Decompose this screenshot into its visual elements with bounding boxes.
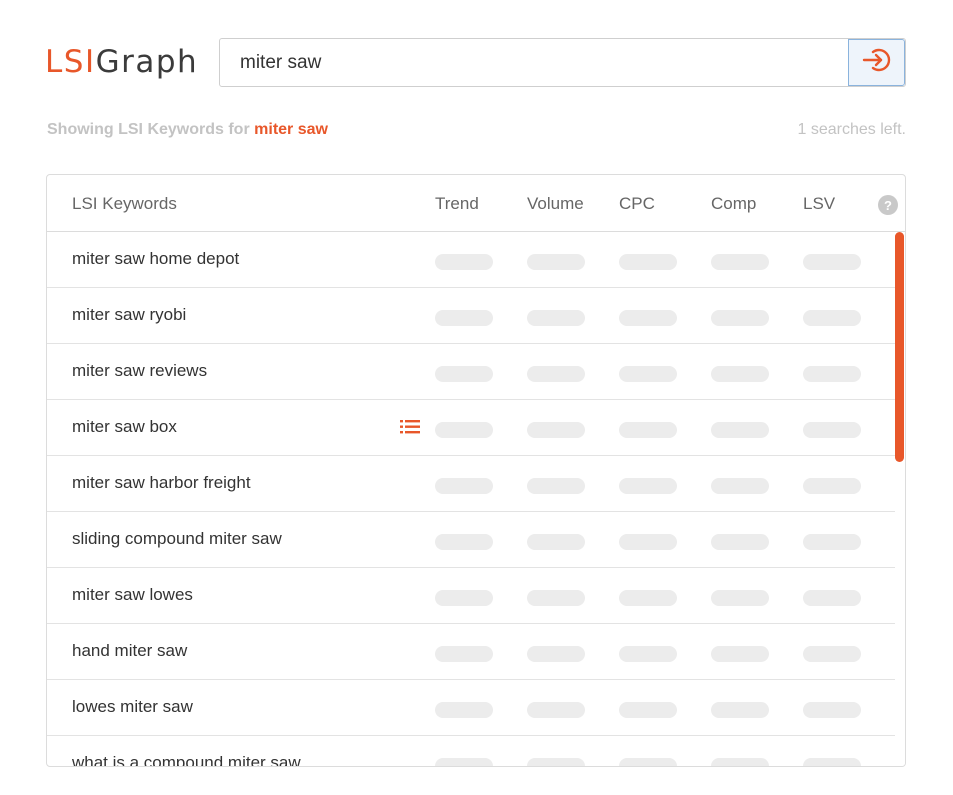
volume-placeholder	[527, 478, 585, 494]
table-row[interactable]: miter saw harbor freight	[47, 456, 895, 512]
header-lsv[interactable]: LSV	[803, 194, 835, 214]
keyword-text[interactable]: lowes miter saw	[72, 697, 193, 717]
keyword-text[interactable]: sliding compound miter saw	[72, 529, 282, 549]
lsv-placeholder	[803, 758, 861, 766]
search-input[interactable]	[240, 39, 840, 86]
cpc-placeholder	[619, 310, 677, 326]
keyword-text[interactable]: miter saw harbor freight	[72, 473, 251, 493]
table-body: miter saw home depot miter saw ryobi miter…	[47, 232, 895, 766]
volume-placeholder	[527, 534, 585, 550]
scrollbar-thumb[interactable]	[895, 232, 904, 462]
lsv-placeholder	[803, 366, 861, 382]
lsv-placeholder	[803, 254, 861, 270]
comp-placeholder	[711, 422, 769, 438]
table-row[interactable]: miter saw box	[47, 400, 895, 456]
keyword-text[interactable]: miter saw box	[72, 417, 177, 437]
lsigraph-logo[interactable]: LSIGraph	[45, 44, 198, 80]
lsv-placeholder	[803, 646, 861, 662]
enter-arrow-icon	[862, 47, 892, 78]
comp-placeholder	[711, 478, 769, 494]
table-row[interactable]: lowes miter saw	[47, 680, 895, 736]
keyword-text[interactable]: what is a compound miter saw	[72, 753, 301, 766]
keyword-text[interactable]: miter saw lowes	[72, 585, 193, 605]
volume-placeholder	[527, 310, 585, 326]
volume-placeholder	[527, 254, 585, 270]
table-row[interactable]: miter saw lowes	[47, 568, 895, 624]
volume-placeholder	[527, 590, 585, 606]
comp-placeholder	[711, 646, 769, 662]
cpc-placeholder	[619, 366, 677, 382]
cpc-placeholder	[619, 534, 677, 550]
list-icon[interactable]	[399, 418, 421, 441]
searches-left: 1 searches left.	[797, 121, 907, 138]
table-row[interactable]: hand miter saw	[47, 624, 895, 680]
comp-placeholder	[711, 534, 769, 550]
header-comp[interactable]: Comp	[711, 194, 756, 214]
cpc-placeholder	[619, 254, 677, 270]
comp-placeholder	[711, 758, 769, 766]
cpc-placeholder	[619, 702, 677, 718]
table-row[interactable]: miter saw ryobi	[47, 288, 895, 344]
showing-keyword: miter saw	[254, 121, 328, 138]
cpc-placeholder	[619, 646, 677, 662]
trend-placeholder	[435, 254, 493, 270]
header-trend[interactable]: Trend	[435, 194, 479, 214]
table-header: LSI Keywords Trend Volume CPC Comp LSV ?	[47, 175, 905, 232]
keyword-text[interactable]: miter saw ryobi	[72, 305, 186, 325]
trend-placeholder	[435, 534, 493, 550]
table-row[interactable]: miter saw home depot	[47, 232, 895, 288]
trend-placeholder	[435, 646, 493, 662]
trend-placeholder	[435, 702, 493, 718]
help-icon[interactable]: ?	[878, 195, 898, 215]
showing-prefix: Showing LSI Keywords for	[47, 121, 250, 138]
lsv-placeholder	[803, 478, 861, 494]
header-volume[interactable]: Volume	[527, 194, 584, 214]
logo-graph: Graph	[95, 44, 199, 80]
search-box	[219, 38, 906, 87]
search-button[interactable]	[848, 39, 905, 86]
trend-placeholder	[435, 590, 493, 606]
logo-lsi: LSI	[45, 44, 96, 80]
comp-placeholder	[711, 702, 769, 718]
table-row[interactable]: miter saw reviews	[47, 344, 895, 400]
table-row[interactable]: what is a compound miter saw	[47, 736, 895, 766]
comp-placeholder	[711, 310, 769, 326]
lsv-placeholder	[803, 534, 861, 550]
cpc-placeholder	[619, 422, 677, 438]
volume-placeholder	[527, 758, 585, 766]
keyword-text[interactable]: hand miter saw	[72, 641, 187, 661]
trend-placeholder	[435, 422, 493, 438]
comp-placeholder	[711, 366, 769, 382]
volume-placeholder	[527, 366, 585, 382]
table-row[interactable]: sliding compound miter saw	[47, 512, 895, 568]
cpc-placeholder	[619, 758, 677, 766]
lsv-placeholder	[803, 590, 861, 606]
lsv-placeholder	[803, 422, 861, 438]
volume-placeholder	[527, 646, 585, 662]
keyword-text[interactable]: miter saw home depot	[72, 249, 239, 269]
keywords-table: LSI Keywords Trend Volume CPC Comp LSV ?…	[46, 174, 906, 767]
header-cpc[interactable]: CPC	[619, 194, 655, 214]
trend-placeholder	[435, 758, 493, 766]
lsv-placeholder	[803, 702, 861, 718]
keyword-text[interactable]: miter saw reviews	[72, 361, 207, 381]
lsv-placeholder	[803, 310, 861, 326]
cpc-placeholder	[619, 478, 677, 494]
trend-placeholder	[435, 478, 493, 494]
volume-placeholder	[527, 422, 585, 438]
trend-placeholder	[435, 366, 493, 382]
cpc-placeholder	[619, 590, 677, 606]
trend-placeholder	[435, 310, 493, 326]
comp-placeholder	[711, 590, 769, 606]
volume-placeholder	[527, 702, 585, 718]
showing-label: Showing LSI Keywords for miter saw	[47, 121, 328, 139]
header-lsi-keywords[interactable]: LSI Keywords	[72, 194, 177, 214]
comp-placeholder	[711, 254, 769, 270]
